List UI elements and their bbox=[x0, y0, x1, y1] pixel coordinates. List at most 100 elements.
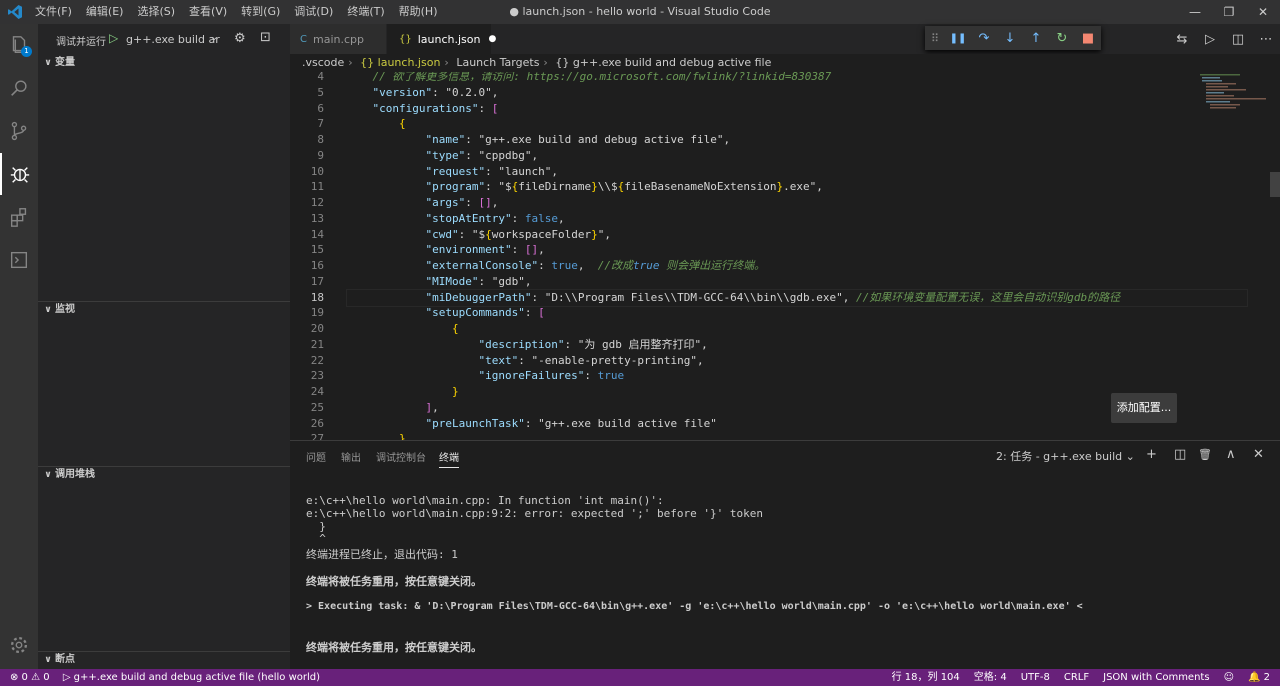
menu-view[interactable]: 查看(V) bbox=[189, 0, 227, 24]
tab-launch-json[interactable]: {} launch.json ● bbox=[387, 24, 496, 54]
code-line: "args": [], bbox=[425, 196, 499, 209]
explorer-activity[interactable]: 1 bbox=[0, 24, 38, 66]
close-window-button[interactable]: ✕ bbox=[1246, 0, 1280, 24]
restore-button[interactable]: ❐ bbox=[1212, 0, 1246, 24]
tab-terminal[interactable]: 终端 bbox=[439, 449, 459, 468]
section-variables[interactable]: ∨ 变量 bbox=[38, 55, 290, 71]
modified-dot-icon[interactable]: ● bbox=[488, 34, 496, 44]
breadcrumb-file[interactable]: {} launch.json bbox=[360, 56, 440, 69]
split-editor-icon[interactable]: ◫ bbox=[1224, 32, 1252, 47]
debug-target-status[interactable]: ▷ g++.exe build and debug active file (h… bbox=[63, 672, 320, 683]
compare-icon[interactable]: ⇆ bbox=[1168, 32, 1196, 47]
terminal-select[interactable]: 2: 任务 - g++.exe build ⌄ bbox=[996, 448, 1135, 464]
bottom-panel: 问题 输出 调试控制台 终端 2: 任务 - g++.exe build ⌄ +… bbox=[290, 440, 1280, 670]
split-terminal-icon[interactable]: ◫ bbox=[1174, 447, 1186, 462]
minimize-button[interactable]: — bbox=[1178, 0, 1212, 24]
tab-label: main.cpp bbox=[312, 32, 364, 46]
section-watch[interactable]: ∨ 监视 bbox=[38, 302, 290, 318]
chevron-right-icon: › bbox=[444, 56, 449, 69]
debug-activity[interactable] bbox=[0, 153, 38, 195]
chevron-down-icon[interactable]: ⌄ bbox=[210, 32, 218, 43]
menu-selection[interactable]: 选择(S) bbox=[137, 0, 175, 24]
source-control-activity[interactable] bbox=[0, 110, 38, 152]
code-line: "type": "cppdbg", bbox=[425, 148, 539, 162]
vscode-logo-icon bbox=[8, 5, 22, 19]
line-number: 7 bbox=[317, 117, 324, 131]
menu-help[interactable]: 帮助(H) bbox=[399, 0, 438, 24]
chevron-down-icon: ∨ bbox=[44, 58, 52, 68]
breadcrumb-folder[interactable]: .vscode bbox=[302, 56, 344, 69]
language-status[interactable]: JSON with Comments bbox=[1103, 669, 1209, 686]
terminal-line: ^ bbox=[306, 532, 326, 545]
line-number: 22 bbox=[310, 353, 324, 367]
step-over-icon[interactable]: ↷ bbox=[971, 31, 997, 46]
add-configuration-button[interactable]: 添加配置... bbox=[1111, 393, 1177, 423]
errors-status[interactable]: ⊗ 0 bbox=[10, 672, 28, 683]
launch-config-select[interactable]: g++.exe build ar bbox=[126, 33, 220, 46]
menu-edit[interactable]: 编辑(E) bbox=[86, 0, 124, 24]
section-callstack[interactable]: ∨ 调用堆栈 bbox=[38, 467, 290, 483]
breadcrumb-config[interactable]: {} g++.exe build and debug active file bbox=[555, 56, 771, 69]
debug-console-icon[interactable]: ⊡ bbox=[260, 30, 271, 45]
extensions-activity[interactable] bbox=[0, 196, 38, 238]
line-number: 14 bbox=[310, 227, 324, 241]
manage-activity[interactable] bbox=[0, 624, 38, 666]
code-line: "description": "为 gdb 启用整齐打印", bbox=[478, 337, 708, 351]
line-number: 10 bbox=[310, 164, 324, 178]
line-number: 16 bbox=[310, 259, 324, 272]
stop-icon[interactable]: ■ bbox=[1075, 31, 1101, 46]
trash-icon[interactable]: 🗑 bbox=[1198, 448, 1212, 461]
notifications-status[interactable]: 🔔 2 bbox=[1248, 669, 1270, 686]
line-number: 25 bbox=[310, 400, 324, 414]
remote-activity[interactable] bbox=[0, 239, 38, 281]
menu-go[interactable]: 转到(G) bbox=[241, 0, 280, 24]
restart-icon[interactable]: ↻ bbox=[1049, 31, 1075, 46]
extensions-icon bbox=[10, 208, 27, 227]
menu-debug[interactable]: 调试(D) bbox=[294, 0, 333, 24]
tab-main-cpp[interactable]: C main.cpp bbox=[290, 24, 386, 54]
section-breakpoints[interactable]: ∨ 断点 bbox=[38, 652, 290, 668]
terminal-line: 终端将被任务重用，按任意键关闭。 bbox=[306, 575, 482, 588]
code-line: "externalConsole": true, //改成true 则会弹出运行… bbox=[425, 259, 766, 272]
line-number: 11 bbox=[310, 180, 324, 194]
maximize-panel-icon[interactable]: ∧ bbox=[1226, 447, 1236, 462]
gear-config-icon[interactable]: ⚙ bbox=[234, 31, 246, 46]
debug-sidebar: 调试并运行 ▷ g++.exe build ar ⌄ ⚙ ⊡ ∨ 变量 ∨ 监视 ∨… bbox=[38, 24, 290, 669]
tab-output[interactable]: 输出 bbox=[341, 449, 361, 464]
line-number: 8 bbox=[317, 133, 324, 146]
terminal-line: 终端进程已终止，退出代码: 1 bbox=[306, 548, 458, 561]
tab-debug-console[interactable]: 调试控制台 bbox=[376, 449, 426, 464]
eol-status[interactable]: CRLF bbox=[1064, 669, 1089, 686]
encoding-status[interactable]: UTF-8 bbox=[1021, 669, 1050, 686]
indentation-status[interactable]: 空格: 4 bbox=[974, 669, 1007, 686]
pause-icon[interactable]: ❚❚ bbox=[945, 33, 971, 44]
search-activity[interactable] bbox=[0, 67, 38, 109]
drag-handle-icon[interactable]: ⠿ bbox=[925, 32, 945, 45]
code-editor[interactable]: 4 5 6 7 8 9 10 11 12 13 14 15 16 17 18 1… bbox=[290, 72, 1280, 440]
menu-terminal[interactable]: 终端(T) bbox=[347, 0, 384, 24]
line-number: 24 bbox=[310, 385, 324, 398]
run-icon[interactable]: ▷ bbox=[1196, 32, 1224, 47]
debug-icon bbox=[10, 167, 30, 183]
feedback-icon[interactable]: ☺ bbox=[1224, 669, 1234, 686]
tab-problems[interactable]: 问题 bbox=[306, 449, 326, 464]
start-debug-icon[interactable]: ▷ bbox=[109, 31, 118, 45]
line-number: 15 bbox=[310, 243, 324, 257]
breadcrumb-launch-targets[interactable]: Launch Targets bbox=[456, 56, 539, 69]
step-out-icon[interactable]: ↑ bbox=[1023, 31, 1049, 46]
close-panel-icon[interactable]: ✕ bbox=[1253, 447, 1264, 462]
terminal-line: 终端将被任务重用，按任意键关闭。 bbox=[306, 641, 482, 654]
cpp-file-icon: C bbox=[300, 33, 307, 45]
warnings-status[interactable]: ⚠ 0 bbox=[31, 672, 50, 683]
step-into-icon[interactable]: ↓ bbox=[997, 31, 1023, 46]
run-label: 调试并运行 bbox=[56, 37, 106, 48]
title-bar: 文件(F) 编辑(E) 选择(S) 查看(V) 转到(G) 调试(D) 终端(T… bbox=[0, 0, 1280, 24]
minimap[interactable] bbox=[1190, 72, 1280, 440]
menu-file[interactable]: 文件(F) bbox=[35, 0, 72, 24]
cursor-position-status[interactable]: 行 18，列 104 bbox=[892, 669, 960, 686]
terminal-box-icon bbox=[10, 251, 28, 269]
more-actions-icon[interactable]: ⋯ bbox=[1252, 32, 1280, 47]
section-watch-label: 监视 bbox=[55, 304, 75, 315]
add-terminal-icon[interactable]: + bbox=[1146, 447, 1157, 462]
line-number: 19 bbox=[310, 306, 324, 320]
